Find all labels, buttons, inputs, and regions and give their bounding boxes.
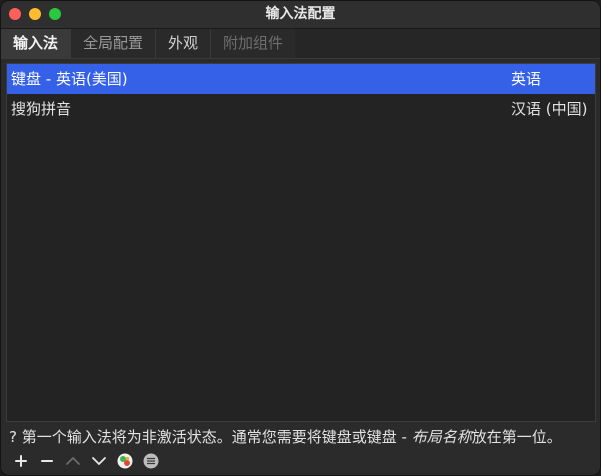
tab-input-method[interactable]: 输入法 [1, 29, 72, 58]
tab-addons[interactable]: 附加组件 [211, 29, 296, 58]
remove-button[interactable] [35, 451, 59, 471]
configure-icon [117, 453, 133, 469]
menu-icon [143, 453, 159, 469]
move-down-button[interactable] [87, 451, 111, 471]
input-method-name: 键盘 - 英语(美国) [11, 70, 128, 88]
input-method-name: 搜狗拼音 [11, 100, 72, 118]
settings-button[interactable] [139, 451, 163, 471]
move-up-button[interactable] [61, 451, 85, 471]
chevron-down-icon [92, 457, 106, 465]
input-method-config-window: 输入法配置 输入法 全局配置 外观 附加组件 键盘 - 英语(美国) 英语 搜狗… [0, 0, 601, 476]
tab-bar: 输入法 全局配置 外观 附加组件 [1, 29, 600, 59]
configure-input-method-button[interactable] [113, 451, 137, 471]
minus-icon [41, 460, 53, 462]
add-button[interactable] [9, 451, 33, 471]
chevron-up-icon [66, 457, 80, 465]
hint-suffix: 放在第一位。 [471, 428, 562, 446]
list-item[interactable]: 键盘 - 英语(美国) 英语 [7, 64, 595, 94]
input-method-language: 英语 [511, 70, 542, 88]
title-bar: 输入法配置 [1, 1, 600, 29]
window-title: 输入法配置 [265, 6, 336, 22]
list-toolbar [9, 450, 165, 472]
input-method-language: 汉语 (中国) [511, 100, 588, 118]
list-item[interactable]: 搜狗拼音 汉语 (中国) [7, 94, 595, 124]
plus-icon [15, 455, 27, 467]
input-method-list[interactable]: 键盘 - 英语(美国) 英语 搜狗拼音 汉语 (中国) [6, 63, 596, 422]
hint-text: ? 第一个输入法将为非激活状态。通常您需要将键盘或键盘 - 布局名称放在第一位。 [9, 426, 595, 448]
hint-emphasis: 布局名称 [411, 428, 472, 446]
tab-global-config[interactable]: 全局配置 [71, 29, 157, 58]
hint-prefix: ? 第一个输入法将为非激活状态。通常您需要将键盘或键盘 - [9, 428, 412, 446]
tab-appearance[interactable]: 外观 [156, 29, 212, 58]
